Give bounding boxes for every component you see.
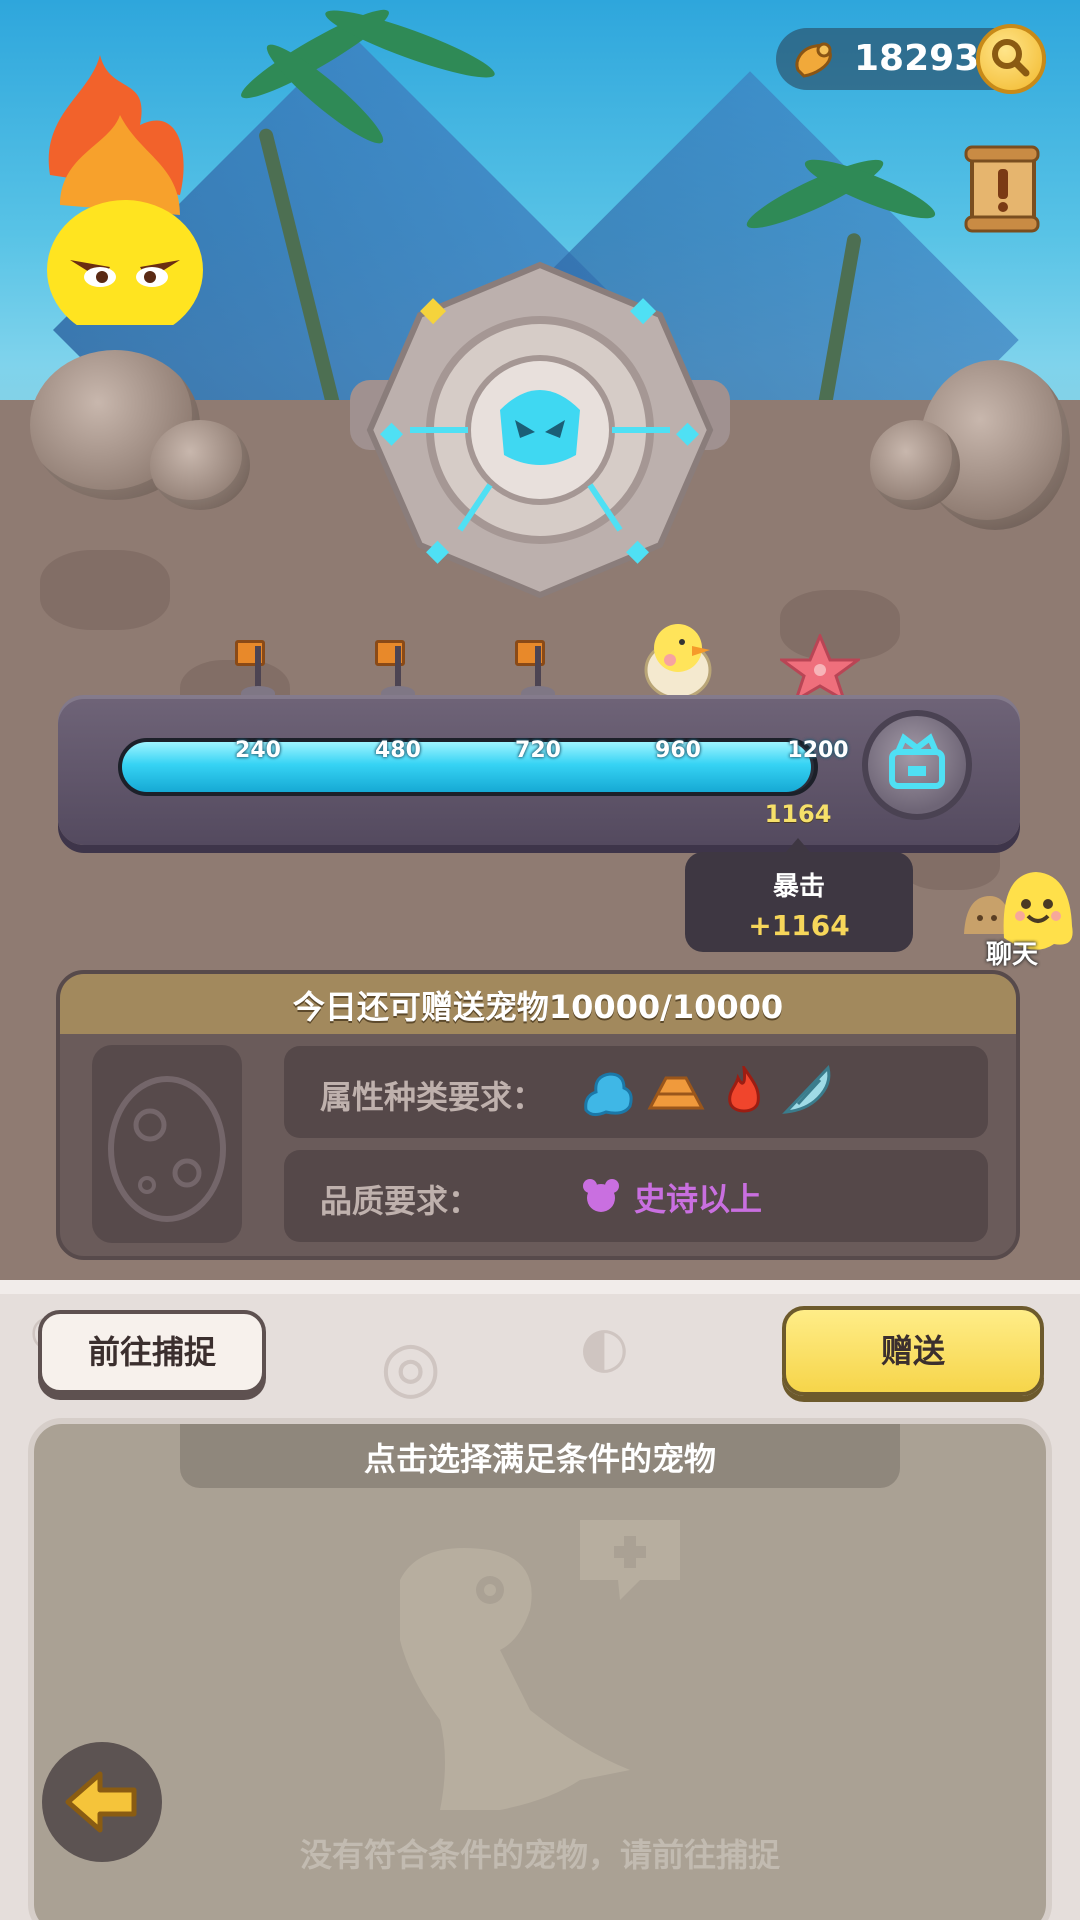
back-button[interactable] <box>42 1742 162 1862</box>
milestone-label-5: 1200 <box>787 738 849 763</box>
empty-dinosaur-illustration <box>380 1520 700 1840</box>
left-boulder-small <box>150 420 250 510</box>
attribute-requirement-label: 属性种类要求： <box>320 1078 545 1116</box>
svg-text:◆: ◆ <box>420 289 447 329</box>
quality-requirement-value: 史诗以上 <box>634 1180 763 1218</box>
fire-pet-avatar-icon[interactable] <box>30 55 210 340</box>
gift-button[interactable]: 赠送 <box>782 1306 1044 1396</box>
earth-icon <box>647 1076 705 1110</box>
critical-tooltip: 暴击 +1164 <box>685 852 913 952</box>
search-icon <box>992 39 1030 77</box>
starfish-icon <box>777 632 863 704</box>
milestone-label-3: 720 <box>515 738 561 763</box>
empty-state-text: 没有符合条件的宠物，请前往捕捉 <box>299 1836 780 1874</box>
chat-label[interactable]: 聊天 <box>986 934 1038 971</box>
bone-icon <box>790 40 836 78</box>
svg-text:◆: ◆ <box>380 415 403 450</box>
svg-text:◆: ◆ <box>676 415 699 450</box>
milestone-label-1: 240 <box>235 738 281 763</box>
current-progress-value: 1164 <box>764 800 832 828</box>
track-end-emblem <box>862 710 972 820</box>
progress-bar-fill <box>122 742 811 792</box>
attribute-requirement-row: 属性种类要求： <box>284 1046 988 1138</box>
search-button[interactable] <box>976 24 1046 94</box>
lower-panel-edge <box>0 1280 1080 1294</box>
milestone-label-4: 960 <box>655 738 701 763</box>
back-arrow-icon <box>65 1771 137 1833</box>
milestone-reward-5[interactable] <box>777 632 863 704</box>
pet-egg-slot[interactable] <box>92 1045 242 1243</box>
tooltip-arrow <box>786 838 810 852</box>
currency-amount: 18293 <box>854 38 980 79</box>
svg-text:◆: ◆ <box>630 289 657 329</box>
right-boulder-small <box>870 420 960 510</box>
epic-quality-icon <box>583 1179 619 1212</box>
water-icon <box>584 1072 633 1117</box>
critical-title: 暴击 <box>772 872 825 902</box>
fire-icon <box>728 1066 760 1113</box>
milestone-label-2: 480 <box>375 738 421 763</box>
critical-value: +1164 <box>748 909 850 942</box>
chick-egg-icon <box>644 624 712 700</box>
svg-text:◆: ◆ <box>426 533 449 568</box>
quality-requirement-label: 品质要求： <box>320 1182 481 1220</box>
milestone-reward-4[interactable] <box>640 616 716 700</box>
daily-gift-limit-title: 今日还可赠送宠物10000/10000 <box>292 988 784 1026</box>
quest-scroll-button[interactable] <box>962 145 1042 233</box>
quality-requirement-row: 品质要求： 史诗以上 <box>284 1150 988 1242</box>
scroll-icon <box>964 145 1040 233</box>
stone-emblem: ◆ ◆ ◆ ◆ ◆ ◆ <box>350 260 730 600</box>
egg-placeholder-icon <box>108 1076 226 1222</box>
rune-icon <box>889 733 945 789</box>
wind-icon <box>782 1064 831 1114</box>
goto-capture-button[interactable]: 前往捕捉 <box>38 1310 266 1394</box>
svg-text:◆: ◆ <box>626 533 649 568</box>
pet-area-title: 点击选择满足条件的宠物 <box>363 1440 716 1478</box>
